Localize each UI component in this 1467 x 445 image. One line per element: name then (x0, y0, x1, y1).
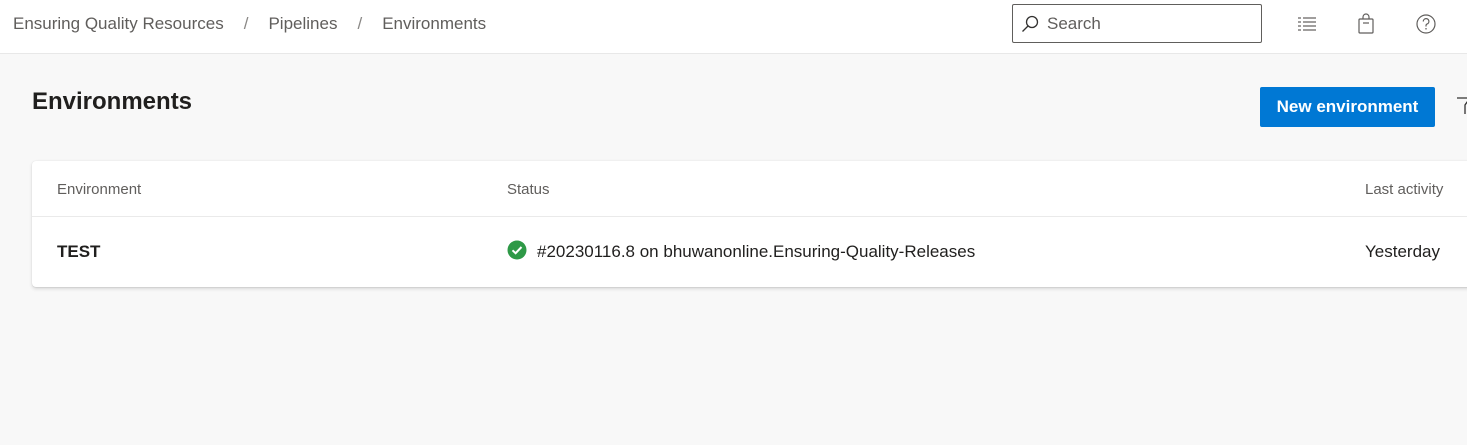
table-row[interactable]: TEST #20230116.8 on bhuwanonline.Ensurin… (32, 217, 1467, 287)
search-box[interactable] (1012, 4, 1262, 43)
breadcrumb-environments[interactable]: Environments (382, 14, 486, 34)
breadcrumb: Ensuring Quality Resources / Pipelines /… (13, 14, 486, 34)
environment-name[interactable]: TEST (57, 242, 100, 262)
success-check-icon (507, 240, 527, 260)
column-header-status: Status (507, 181, 550, 198)
environments-table: Environment Status Last activity TEST #2… (32, 161, 1467, 287)
status-cell: #20230116.8 on bhuwanonline.Ensuring-Qua… (507, 240, 975, 262)
search-icon (1013, 5, 1047, 42)
breadcrumb-separator: / (357, 14, 363, 33)
help-icon[interactable] (1414, 12, 1438, 36)
table-header-row: Environment Status Last activity (32, 161, 1467, 217)
column-header-last-activity: Last activity (1365, 181, 1444, 198)
new-environment-button[interactable]: New environment (1260, 87, 1435, 127)
page-title: Environments (32, 88, 193, 115)
status-text[interactable]: #20230116.8 on bhuwanonline.Ensuring-Qua… (537, 242, 975, 262)
breadcrumb-separator: / (243, 14, 249, 33)
column-header-environment: Environment (57, 181, 142, 198)
filter-icon[interactable] (1456, 96, 1467, 116)
breadcrumb-project[interactable]: Ensuring Quality Resources (13, 14, 224, 34)
breadcrumb-pipelines[interactable]: Pipelines (268, 14, 337, 34)
shopping-bag-icon[interactable] (1354, 12, 1378, 36)
list-icon[interactable] (1295, 12, 1319, 36)
last-activity: Yesterday (1365, 242, 1440, 261)
search-input[interactable] (1047, 13, 1247, 34)
top-bar: Ensuring Quality Resources / Pipelines /… (0, 0, 1467, 54)
